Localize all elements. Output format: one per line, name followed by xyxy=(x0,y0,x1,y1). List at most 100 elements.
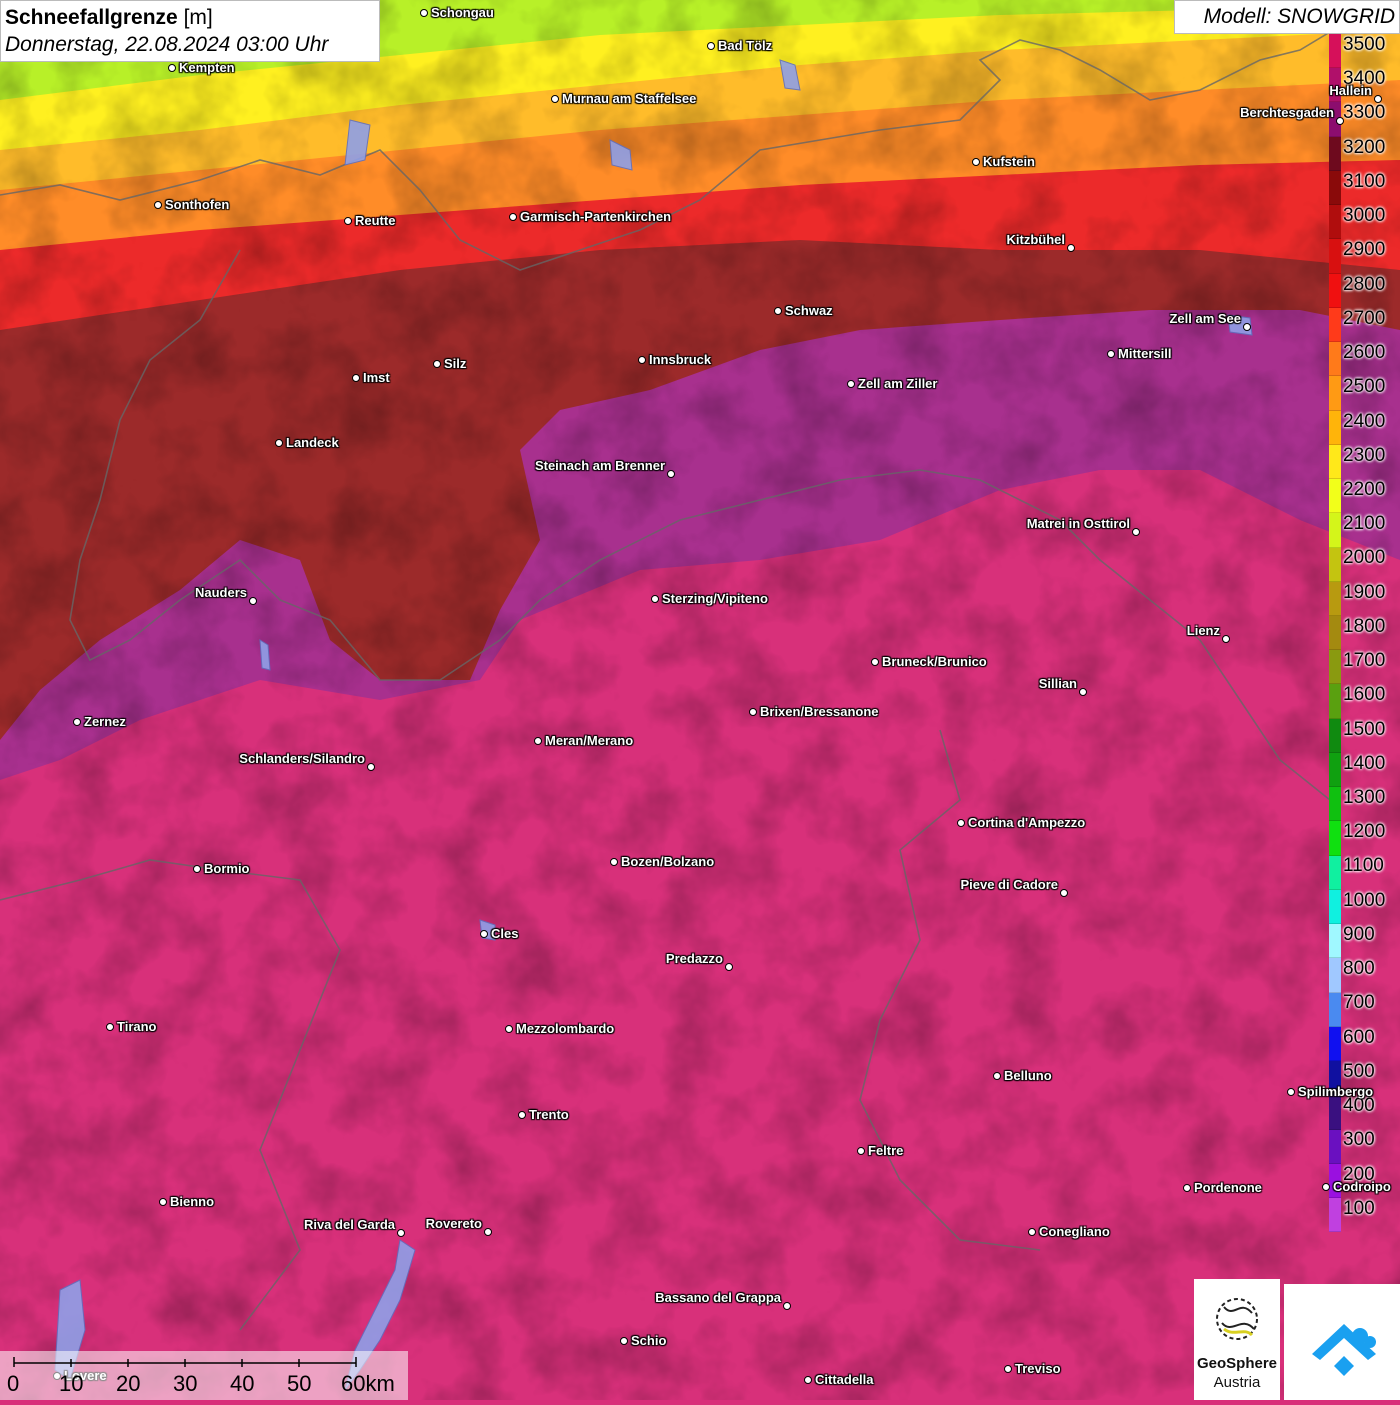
city-label: Reutte xyxy=(355,213,396,228)
city-marker xyxy=(366,762,375,771)
city-label: Innsbruck xyxy=(649,352,712,367)
city-marker xyxy=(609,857,618,866)
title-unit: [m] xyxy=(183,6,213,29)
city-marker xyxy=(1066,243,1075,252)
city-label: Kufstein xyxy=(983,154,1035,169)
legend-label: 1000 xyxy=(1343,889,1386,911)
city-marker xyxy=(343,216,352,225)
city-label: Bassano del Grappa xyxy=(655,1290,781,1305)
legend-label: 2000 xyxy=(1343,547,1386,569)
legend-label: 2300 xyxy=(1343,444,1386,466)
forecast-datetime: Donnerstag, 22.08.2024 03:00 Uhr xyxy=(5,33,329,56)
scale-bar: 0 10 20 30 40 50 60km xyxy=(0,1351,408,1400)
city-label: Belluno xyxy=(1004,1068,1052,1083)
city-marker xyxy=(533,736,542,745)
city-label: Mezzolombardo xyxy=(516,1021,615,1036)
city-marker xyxy=(105,1022,114,1031)
legend-swatch xyxy=(1329,547,1341,582)
city-marker xyxy=(619,1336,628,1345)
city-label: Conegliano xyxy=(1039,1224,1110,1239)
legend-label: 1800 xyxy=(1343,615,1386,637)
legend-swatch xyxy=(1329,239,1341,274)
city-label: Pordenone xyxy=(1194,1180,1262,1195)
legend-swatch xyxy=(1329,787,1341,822)
legend-label: 1900 xyxy=(1343,581,1386,603)
legend-swatch xyxy=(1329,273,1341,308)
title-box: Schneefallgrenze [m] Donnerstag, 22.08.2… xyxy=(0,0,380,62)
city-marker xyxy=(856,1146,865,1155)
legend-swatch xyxy=(1329,410,1341,445)
legend-label: 3200 xyxy=(1343,136,1386,158)
city-label: Treviso xyxy=(1015,1361,1061,1376)
geosphere-logo-icon xyxy=(1216,1298,1258,1340)
legend-swatch xyxy=(1329,958,1341,993)
geosphere-logo[interactable]: GeoSphere Austria xyxy=(1194,1279,1280,1400)
legend-label: 100 xyxy=(1343,1197,1375,1219)
legend-swatch xyxy=(1329,376,1341,411)
scale-label-60km: 60km xyxy=(341,1371,395,1396)
legend-swatch xyxy=(1329,684,1341,719)
city-marker xyxy=(153,200,162,209)
city-marker xyxy=(1131,527,1140,536)
city-marker xyxy=(706,41,715,50)
color-legend-labels: 3500 3400 3300 3200 3100 3000 2900 2800 2700 2600… xyxy=(1343,34,1400,1232)
legend-swatch xyxy=(1329,581,1341,616)
legend-swatch xyxy=(1329,1197,1341,1233)
legend-label: 800 xyxy=(1343,958,1375,980)
legend-swatch xyxy=(1329,1026,1341,1062)
legend-label: 1400 xyxy=(1343,752,1386,774)
legend-swatch xyxy=(1329,136,1341,171)
city-label: Spilimbergo xyxy=(1298,1084,1374,1099)
legend-swatch xyxy=(1329,444,1341,480)
city-label: Bozen/Bolzano xyxy=(621,854,715,869)
city-label: Sonthofen xyxy=(165,197,230,212)
city-marker xyxy=(1242,322,1251,331)
legend-swatch xyxy=(1329,718,1341,753)
city-label: Kempten xyxy=(179,60,235,75)
legend-swatch xyxy=(1329,1095,1341,1130)
city-label: Rovereto xyxy=(425,1216,482,1231)
legend-swatch xyxy=(1329,889,1341,925)
city-label: Trento xyxy=(529,1107,569,1122)
city-label: Cittadella xyxy=(815,1372,874,1387)
legend-swatch xyxy=(1329,170,1341,206)
city-label: Mittersill xyxy=(1118,346,1172,361)
city-marker xyxy=(508,212,517,221)
legend-label: 3000 xyxy=(1343,205,1386,227)
city-label: Silz xyxy=(444,356,467,371)
city-marker xyxy=(396,1228,405,1237)
legend-label: 1200 xyxy=(1343,821,1386,843)
city-label: Codroipo xyxy=(1333,1179,1391,1194)
city-marker xyxy=(419,8,428,17)
legend-label: 1100 xyxy=(1343,855,1384,877)
legend-swatch xyxy=(1329,205,1341,240)
app-logo[interactable] xyxy=(1284,1284,1400,1400)
legend-label: 3300 xyxy=(1343,102,1386,124)
legend-label: 1500 xyxy=(1343,718,1386,740)
city-marker xyxy=(517,1110,526,1119)
legend-label: 400 xyxy=(1343,1095,1375,1117)
scale-label-30: 30 xyxy=(173,1371,198,1396)
color-legend-bar xyxy=(1329,34,1341,1233)
legend-swatch xyxy=(1329,821,1341,856)
city-marker xyxy=(1321,1182,1330,1191)
city-label: Schwaz xyxy=(785,303,833,318)
city-label: Bormio xyxy=(204,861,250,876)
city-label: Riva del Garda xyxy=(303,1217,395,1232)
legend-swatch xyxy=(1329,855,1341,890)
legend-label: 3100 xyxy=(1343,170,1386,192)
city-label: Zell am See xyxy=(1169,311,1241,326)
legend-label: 1600 xyxy=(1343,684,1386,706)
city-label: Meran/Merano xyxy=(545,733,634,748)
legend-swatch xyxy=(1329,992,1341,1027)
legend-label: 300 xyxy=(1343,1129,1375,1151)
city-marker xyxy=(1335,116,1344,125)
map-title: Schneefallgrenze [m] xyxy=(5,4,375,31)
city-label: Brixen/Bressanone xyxy=(760,704,879,719)
city-marker xyxy=(782,1301,791,1310)
city-marker xyxy=(72,717,81,726)
logo-name-line1: GeoSphere xyxy=(1196,1355,1278,1372)
city-marker xyxy=(1286,1087,1295,1096)
city-label: Lienz xyxy=(1186,623,1220,638)
city-label: Murnau am Staffelsee xyxy=(562,91,697,106)
